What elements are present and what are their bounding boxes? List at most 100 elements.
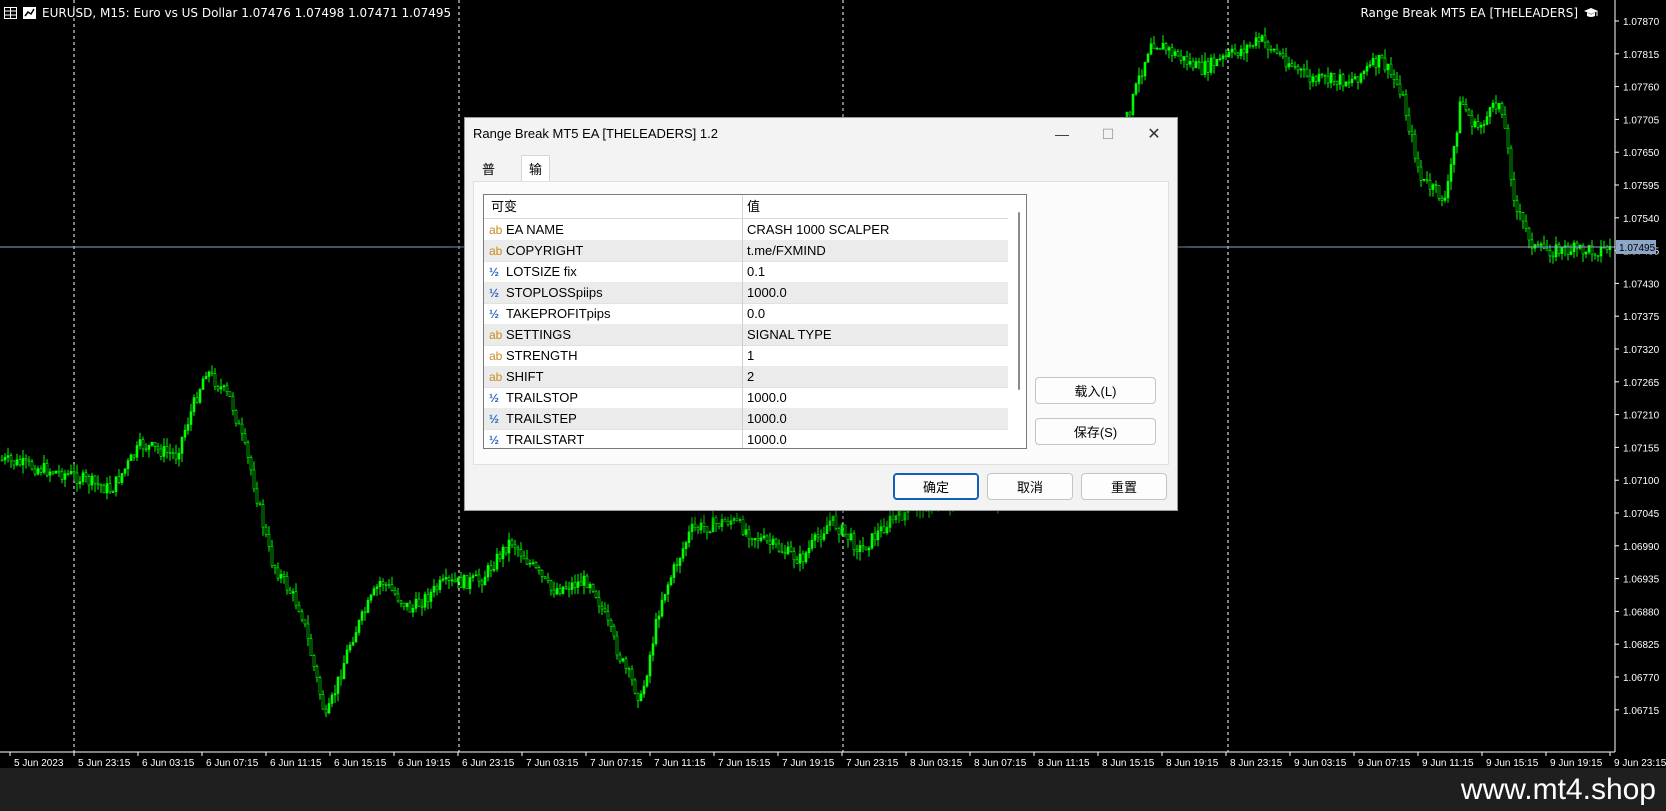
minimize-button[interactable]: —	[1039, 118, 1085, 150]
candle-body	[1407, 115, 1411, 132]
candle-body	[357, 620, 361, 633]
double-type-icon: ½	[489, 265, 500, 279]
candle-body	[1296, 66, 1300, 71]
candle-body	[1194, 61, 1198, 69]
candle-body	[363, 611, 367, 614]
candle-body	[528, 562, 532, 565]
candle-body	[1491, 102, 1495, 108]
table-row[interactable]: ½ LOTSIZE fix 0.1	[484, 261, 1008, 283]
candle-body	[456, 577, 460, 583]
chart-type-icon	[23, 7, 36, 19]
candle-body	[1350, 78, 1354, 83]
candle-body	[48, 471, 52, 476]
candle-body	[1218, 58, 1222, 61]
symbol-info-bar: EURUSD, M15: Euro vs US Dollar 1.07476 1…	[4, 4, 451, 22]
candle-body	[519, 549, 523, 557]
table-row[interactable]: ½ TAKEPROFITpips 0.0	[484, 303, 1008, 325]
table-row[interactable]: ½ STOPLOSSpiips 1000.0	[484, 282, 1008, 304]
row-value[interactable]: 1000.0	[747, 429, 787, 448]
candle-body	[729, 520, 733, 525]
candle-body	[1230, 48, 1234, 53]
header-variable[interactable]: 可变	[491, 195, 517, 219]
table-row[interactable]: ab SHIFT 2	[484, 366, 1008, 388]
candle-body	[306, 623, 310, 639]
candle-body	[165, 445, 169, 453]
table-row[interactable]: ab COPYRIGHT t.me/FXMIND	[484, 240, 1008, 262]
candle-body	[105, 483, 109, 494]
row-value[interactable]: SIGNAL TYPE	[747, 324, 832, 346]
candle-body	[171, 452, 175, 455]
candle-body	[138, 439, 142, 446]
candle-body	[1533, 244, 1537, 249]
candle-body	[546, 577, 550, 581]
candle-body	[123, 468, 127, 474]
row-divider	[742, 282, 743, 303]
candle-body	[1275, 48, 1279, 54]
candle-body	[120, 473, 124, 483]
candle-body	[1470, 115, 1474, 127]
candle-body	[348, 644, 352, 651]
row-value[interactable]: t.me/FXMIND	[747, 240, 826, 262]
candle-body	[591, 583, 595, 592]
candle-body	[774, 538, 778, 545]
candle-body	[1515, 200, 1519, 212]
candle-body	[1422, 178, 1426, 181]
row-value[interactable]: 0.1	[747, 261, 765, 283]
table-scrollbar[interactable]	[1014, 195, 1024, 446]
row-value[interactable]: 1000.0	[747, 408, 787, 430]
candle-body	[1302, 68, 1306, 71]
candle-body	[543, 576, 547, 579]
tab-common[interactable]: 普通	[475, 158, 502, 201]
candle-body	[1188, 61, 1192, 65]
cancel-button[interactable]: 取消	[987, 473, 1073, 500]
candle-body	[825, 525, 829, 534]
row-value[interactable]: 1000.0	[747, 282, 787, 304]
time-label: 7 Jun 19:15	[782, 758, 835, 768]
row-value[interactable]: CRASH 1000 SCALPER	[747, 219, 889, 241]
candle-body	[483, 576, 487, 586]
header-value[interactable]: 值	[747, 195, 760, 219]
candle-body	[1323, 74, 1327, 77]
candle-body	[789, 546, 793, 552]
row-value[interactable]: 0.0	[747, 303, 765, 325]
row-value[interactable]: 1000.0	[747, 387, 787, 409]
save-button[interactable]: 保存(S)	[1035, 418, 1156, 445]
candle-body	[156, 445, 160, 450]
scrollbar-thumb[interactable]	[1018, 212, 1020, 390]
candle-body	[594, 590, 598, 598]
row-value[interactable]: 2	[747, 366, 754, 388]
candle-body	[354, 632, 358, 643]
row-divider	[742, 219, 743, 240]
row-divider	[742, 261, 743, 282]
candle-body	[282, 574, 286, 577]
ea-name-label[interactable]: Range Break MT5 EA [THELEADERS]	[1360, 4, 1598, 22]
candle-body	[336, 676, 340, 694]
ok-button[interactable]: 确定	[893, 473, 979, 500]
candle-body	[717, 522, 721, 527]
table-row[interactable]: ½ TRAILSTEP 1000.0	[484, 408, 1008, 430]
load-button[interactable]: 载入(L)	[1035, 377, 1156, 404]
time-label: 5 Jun 23:15	[78, 758, 131, 768]
candle-body	[777, 543, 781, 552]
row-variable-name: EA NAME	[506, 222, 564, 237]
close-button[interactable]: ✕	[1131, 118, 1177, 150]
candle-body	[1440, 198, 1444, 201]
dialog-titlebar[interactable]: Range Break MT5 EA [THELEADERS] 1.2 — ☐ …	[465, 118, 1177, 150]
table-row[interactable]: ab SETTINGS SIGNAL TYPE	[484, 324, 1008, 346]
candle-body	[78, 481, 82, 485]
table-row[interactable]: ab EA NAME CRASH 1000 SCALPER	[484, 219, 1008, 241]
candle-body	[624, 658, 628, 669]
maximize-button[interactable]: ☐	[1085, 118, 1131, 150]
candle-body	[855, 549, 859, 553]
candle-body	[1251, 45, 1255, 47]
row-value[interactable]: 1	[747, 345, 754, 367]
table-row[interactable]: ½ TRAILSTART 1000.0	[484, 429, 1008, 448]
candle-body	[18, 459, 22, 466]
candle-body	[63, 473, 67, 480]
table-row[interactable]: ½ TRAILSTOP 1000.0	[484, 387, 1008, 409]
reset-button[interactable]: 重置	[1081, 473, 1167, 500]
tab-inputs[interactable]: 输入	[521, 155, 551, 205]
candle-body	[279, 574, 283, 579]
table-row[interactable]: ab STRENGTH 1	[484, 345, 1008, 367]
candle-body	[1473, 121, 1477, 127]
